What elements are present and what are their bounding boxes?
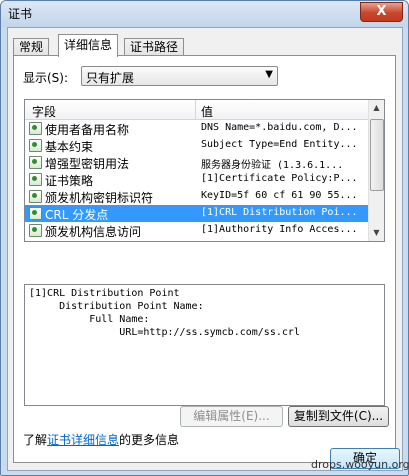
list-item[interactable]: 增强型密钥用法 服务器身份验证 (1.3.6.1... — [25, 154, 369, 171]
learn-more-suffix: 的更多信息 — [119, 433, 180, 447]
row-value: [1]Authority Info Acces... — [201, 224, 358, 235]
row-value: 服务器身份验证 (1.3.6.1... — [201, 160, 344, 171]
row-value: DNS Name=*.baidu.com, D... — [201, 122, 358, 133]
chevron-down-icon: ▼ — [265, 69, 273, 80]
scroll-up-icon[interactable]: ▲ — [369, 100, 384, 116]
detail-line: Distribution Point Name: — [29, 301, 204, 312]
scrollbar-thumb[interactable] — [370, 119, 384, 191]
row-field: 基本约束 — [45, 140, 94, 154]
extension-icon — [29, 122, 42, 135]
tab-certification-path[interactable]: 证书路径 — [124, 38, 185, 56]
detail-line: Full Name: — [29, 314, 150, 325]
extension-icon — [29, 207, 42, 220]
column-value[interactable]: 值 — [201, 103, 213, 120]
watermark: drops.wooyun.org — [311, 458, 409, 471]
list-scrollbar[interactable]: ▲ ▼ — [368, 100, 384, 241]
extension-icon — [29, 156, 42, 169]
list-item-selected[interactable]: CRL 分发点 [1]CRL Distribution Poi... — [25, 205, 369, 222]
row-field: CRL 分发点 — [45, 208, 109, 222]
list-item[interactable]: 使用者备用名称 DNS Name=*.baidu.com, D... — [25, 120, 369, 137]
detail-line: [1]CRL Distribution Point — [29, 288, 180, 299]
show-label: 显示(S): — [23, 71, 69, 85]
column-divider[interactable] — [195, 100, 196, 119]
row-field: 使用者备用名称 — [45, 123, 130, 137]
list-item[interactable]: 基本约束 Subject Type=End Entity... — [25, 137, 369, 154]
extension-icon — [29, 190, 42, 203]
certificate-details-link[interactable]: 证书详细信息 — [47, 433, 119, 447]
row-field: 颁发机构密钥标识符 — [45, 191, 154, 205]
show-select-value: 只有扩展 — [86, 71, 135, 85]
extension-icon — [29, 139, 42, 152]
row-field: 颁发机构信息访问 — [45, 225, 142, 239]
list-rows: 使用者备用名称 DNS Name=*.baidu.com, D... 基本约束 … — [25, 120, 369, 239]
certificate-window: 证书 X 常规 详细信息 证书路径 显示(S): 只有扩展 ▼ 字段 值 使用者… — [0, 0, 409, 476]
learn-more-prefix: 了解 — [23, 433, 48, 447]
row-value: Subject Type=End Entity... — [201, 139, 358, 150]
learn-more-text: 了解证书详细信息的更多信息 — [23, 431, 179, 448]
copy-to-file-button[interactable]: 复制到文件(C)... — [288, 406, 389, 427]
list-item[interactable]: 颁发机构密钥标识符 KeyID=5f 60 cf 61 90 55... — [25, 188, 369, 205]
edit-properties-button[interactable]: 编辑属性(E)... — [180, 406, 283, 427]
row-value: [1]CRL Distribution Poi... — [201, 207, 358, 218]
close-button[interactable]: X — [360, 2, 403, 22]
row-field: 证书策略 — [45, 174, 94, 188]
details-panel: 显示(S): 只有扩展 ▼ 字段 值 使用者备用名称 DNS Name=*.ba… — [13, 55, 396, 463]
window-title: 证书 — [8, 7, 33, 21]
show-select[interactable]: 只有扩展 ▼ — [81, 66, 278, 86]
list-item[interactable]: 证书策略 [1]Certificate Policy:P... — [25, 171, 369, 188]
detail-line: URL=http://ss.symcb.com/ss.crl — [29, 327, 300, 338]
tab-general[interactable]: 常规 — [13, 38, 50, 56]
list-item[interactable]: 颁发机构信息访问 [1]Authority Info Acces... — [25, 222, 369, 239]
dialog-client: 常规 详细信息 证书路径 显示(S): 只有扩展 ▼ 字段 值 使用者备用名称 — [7, 27, 403, 471]
row-value: [1]Certificate Policy:P... — [201, 173, 358, 184]
tab-details[interactable]: 详细信息 — [58, 34, 119, 57]
column-field[interactable]: 字段 — [32, 103, 56, 120]
field-detail-text[interactable]: [1]CRL Distribution Point Distribution P… — [24, 284, 385, 406]
extension-icon — [29, 173, 42, 186]
title-bar[interactable]: 证书 X — [1, 1, 408, 27]
row-value: KeyID=5f 60 cf 61 90 55... — [201, 190, 358, 201]
field-list[interactable]: 字段 值 使用者备用名称 DNS Name=*.baidu.com, D... … — [24, 99, 385, 242]
row-field: 增强型密钥用法 — [45, 157, 130, 171]
extension-icon — [29, 224, 42, 237]
scroll-down-icon[interactable]: ▼ — [369, 225, 384, 241]
list-header: 字段 值 — [25, 100, 369, 120]
